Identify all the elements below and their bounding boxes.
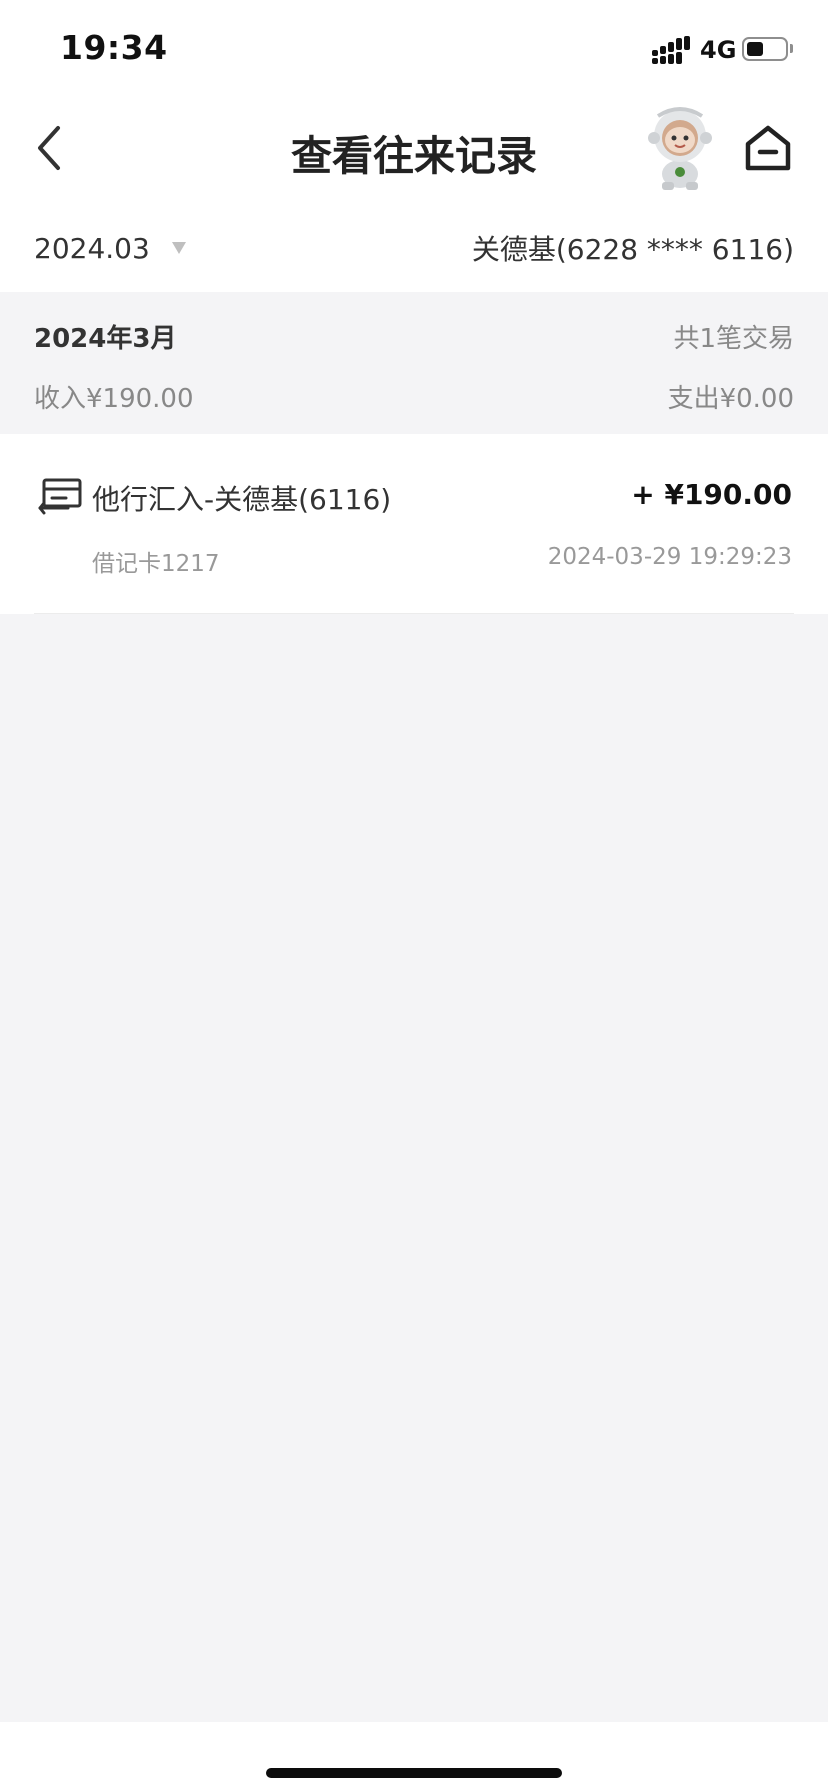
filter-bar: 2024.03 关德基(6228 **** 6116)	[0, 206, 828, 292]
month-summary: 2024年3月 共1笔交易 收入¥190.00 支出¥0.00	[0, 292, 828, 434]
divider	[34, 613, 794, 614]
income-total: 收入¥190.00	[34, 384, 194, 414]
bottom-bar	[0, 1722, 828, 1792]
transaction-list: 他行汇入-关德基(6116) + ¥190.00 借记卡1217 2024-03…	[0, 434, 828, 614]
transaction-datetime: 2024-03-29 19:29:23	[547, 544, 792, 570]
caret-down-icon	[171, 242, 186, 254]
home-indicator[interactable]	[266, 1768, 562, 1778]
status-time: 19:34	[60, 28, 168, 67]
signal-icon	[652, 36, 690, 64]
home-button[interactable]	[738, 118, 798, 178]
assistant-button[interactable]	[640, 104, 720, 192]
battery-level	[747, 42, 763, 56]
summary-month: 2024年3月	[34, 324, 177, 354]
transaction-count: 共1笔交易	[673, 324, 794, 354]
account-selector[interactable]: 关德基(6228 **** 6116)	[472, 228, 794, 268]
robot-assistant-icon	[648, 107, 712, 190]
transfer-in-icon	[38, 478, 82, 515]
month-dropdown[interactable]: 2024.03	[34, 226, 186, 270]
expense-total: 支出¥0.00	[667, 384, 794, 414]
transaction-title: 他行汇入-关德基(6116)	[92, 483, 392, 516]
battery-icon	[742, 37, 788, 61]
transaction-card: 借记卡1217	[92, 551, 220, 577]
transaction-amount: + ¥190.00	[631, 478, 792, 511]
status-bar: 19:34 4G	[0, 0, 828, 96]
home-icon	[745, 125, 791, 171]
transaction-row[interactable]: 他行汇入-关德基(6116) + ¥190.00 借记卡1217 2024-03…	[0, 434, 828, 614]
network-type: 4G	[700, 36, 737, 64]
battery-cap	[790, 44, 793, 53]
month-value: 2024.03	[34, 231, 150, 265]
nav-bar: 查看往来记录	[0, 96, 828, 206]
